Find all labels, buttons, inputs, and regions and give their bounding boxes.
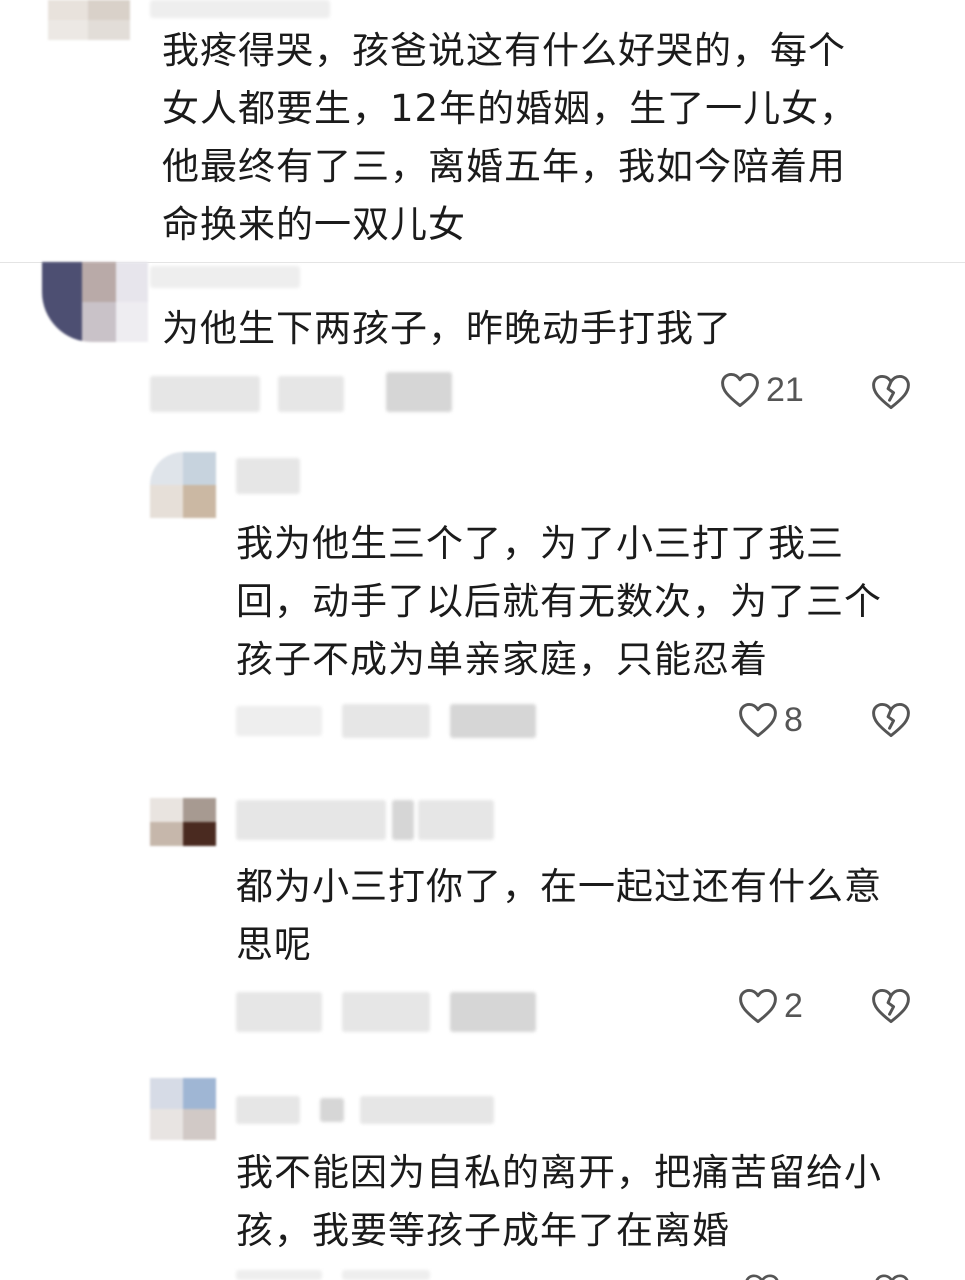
- broken-heart-icon: [868, 370, 914, 414]
- username-redacted: [150, 266, 300, 288]
- dislike-button[interactable]: [868, 984, 914, 1028]
- heart-outline-icon: [736, 698, 780, 742]
- like-button[interactable]: 8: [736, 698, 803, 742]
- like-count: 2: [784, 986, 803, 1025]
- reply-text: 都为小三打你了，在一起过还有什么意 思呢: [236, 865, 882, 966]
- heart-outline-icon: [736, 984, 780, 1028]
- like-count: 8: [784, 700, 803, 739]
- avatar[interactable]: [42, 262, 148, 342]
- heart-outline-icon[interactable]: [742, 1270, 782, 1280]
- username-redacted: [236, 458, 300, 494]
- broken-heart-icon: [868, 698, 914, 742]
- avatar[interactable]: [48, 0, 130, 40]
- avatar[interactable]: [150, 1078, 216, 1140]
- comment-text: 我疼得哭，孩爸说这有什么好哭的，每个 女人都要生，12年的婚姻，生了一儿女， 他…: [162, 29, 858, 246]
- dislike-button[interactable]: [868, 370, 914, 414]
- reply-text: 我为他生三个了，为了小三打了我三 回，动手了以后就有无数次，为了三个 孩子不成为…: [236, 522, 882, 681]
- like-count: 21: [766, 370, 804, 409]
- broken-heart-icon: [868, 984, 914, 1028]
- broken-heart-icon[interactable]: [872, 1270, 912, 1280]
- reply-text: 我不能因为自私的离开，把痛苦留给小 孩，我要等孩子成年了在离婚: [236, 1151, 882, 1252]
- avatar[interactable]: [150, 798, 216, 846]
- comment-text: 为他生下两孩子，昨晚动手打我了: [162, 307, 732, 350]
- heart-outline-icon: [718, 368, 762, 412]
- username-redacted: [150, 0, 330, 18]
- like-button[interactable]: 2: [736, 984, 803, 1028]
- avatar[interactable]: [150, 452, 216, 518]
- like-button[interactable]: 21: [718, 368, 804, 412]
- dislike-button[interactable]: [868, 698, 914, 742]
